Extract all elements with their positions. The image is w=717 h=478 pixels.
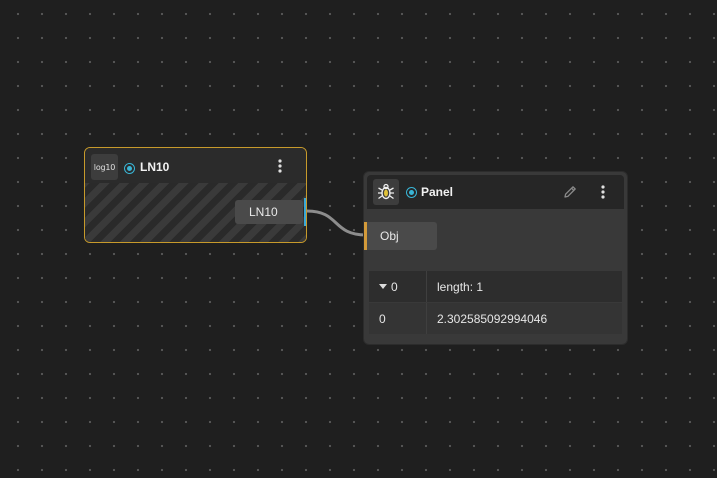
panel-input-obj[interactable]: Obj bbox=[364, 222, 437, 250]
table-header-value-text: length: 1 bbox=[437, 279, 484, 294]
log10-icon-label: log10 bbox=[93, 162, 116, 172]
panel-input-label: Obj bbox=[380, 229, 399, 243]
panel-node-header[interactable]: Panel bbox=[367, 175, 624, 209]
ln10-output-port[interactable] bbox=[304, 198, 306, 226]
table-header-row[interactable]: 0 length: 1 bbox=[369, 271, 622, 302]
ln10-node-title: LN10 bbox=[140, 160, 170, 174]
panel-node-title: Panel bbox=[421, 185, 454, 199]
ln10-output-label[interactable]: LN10 bbox=[235, 200, 303, 224]
log10-icon: log10 bbox=[91, 154, 118, 180]
table-row-key-text: 0 bbox=[379, 311, 386, 326]
table-header-value: length: 1 bbox=[427, 271, 622, 302]
status-indicator-icon bbox=[124, 163, 135, 174]
vertical-ellipsis-icon[interactable] bbox=[272, 157, 288, 175]
status-indicator-icon bbox=[406, 187, 417, 198]
table-row-key: 0 bbox=[369, 303, 427, 334]
table-header-key-text: 0 bbox=[391, 279, 398, 294]
ln10-node-header[interactable]: log10 LN10 bbox=[85, 148, 306, 183]
vertical-ellipsis-icon[interactable] bbox=[595, 183, 611, 201]
table-row[interactable]: 0 2.302585092994046 bbox=[369, 303, 622, 334]
bug-icon bbox=[373, 179, 399, 205]
ln10-node[interactable]: log10 LN10 LN10 bbox=[84, 147, 307, 243]
table-row-value-text: 2.302585092994046 bbox=[437, 311, 548, 326]
caret-down-icon[interactable] bbox=[379, 284, 387, 289]
panel-node[interactable]: Panel Obj 0 length: 1 0 2.30258509299404… bbox=[363, 171, 628, 345]
ln10-output-text: LN10 bbox=[249, 205, 278, 219]
pencil-icon[interactable] bbox=[562, 183, 578, 201]
table-header-key[interactable]: 0 bbox=[369, 271, 427, 302]
table-row-value: 2.302585092994046 bbox=[427, 303, 622, 334]
